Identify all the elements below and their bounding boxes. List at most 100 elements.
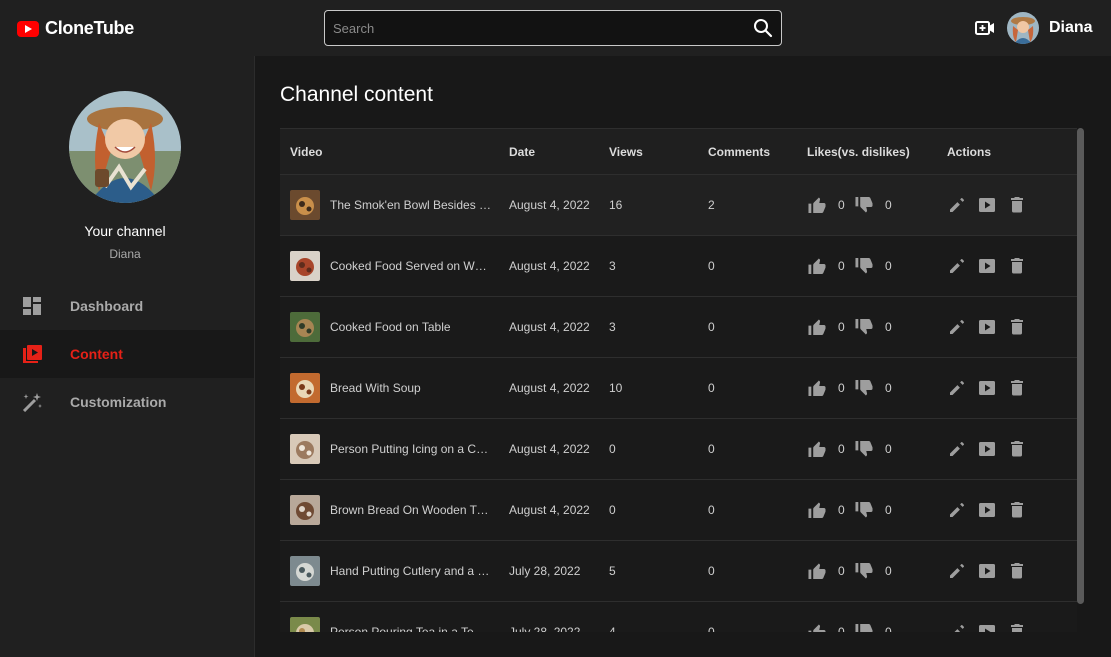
avatar[interactable] — [1007, 12, 1039, 44]
video-comments: 0 — [708, 381, 715, 395]
sidebar-item-dashboard[interactable]: Dashboard — [0, 282, 254, 330]
table-row[interactable]: Cooked Food on Table August 4, 2022 3 0 … — [280, 297, 1077, 358]
video-title[interactable]: Brown Bread On Wooden Tray — [330, 503, 492, 517]
video-thumbnail[interactable] — [290, 373, 320, 403]
delete-icon[interactable] — [1007, 439, 1027, 459]
channel-title: Your channel — [84, 223, 166, 239]
play-video-icon[interactable] — [977, 500, 997, 520]
edit-icon[interactable] — [947, 622, 967, 632]
video-date: August 4, 2022 — [509, 442, 590, 456]
column-header-video[interactable]: Video — [290, 145, 322, 159]
sidebar: Your channel Diana Dashboard Content Cus… — [0, 56, 255, 657]
video-thumbnail[interactable] — [290, 495, 320, 525]
video-title[interactable]: Person Putting Icing on a Ca… — [330, 442, 492, 456]
thumbs-down-icon — [855, 562, 873, 579]
likes-count: 0 — [838, 442, 845, 456]
video-title[interactable]: Hand Putting Cutlery and a … — [330, 564, 492, 578]
delete-icon[interactable] — [1007, 195, 1027, 215]
likes-count: 0 — [838, 198, 845, 212]
video-thumbnail[interactable] — [290, 556, 320, 586]
video-comments: 0 — [708, 259, 715, 273]
video-comments: 0 — [708, 564, 715, 578]
delete-icon[interactable] — [1007, 622, 1027, 632]
dislikes-count: 0 — [885, 320, 892, 334]
sidebar-item-customization[interactable]: Customization — [0, 378, 254, 426]
table-body: The Smok'en Bowl Besides … August 4, 202… — [280, 175, 1077, 632]
sidebar-item-content[interactable]: Content — [0, 330, 254, 378]
table-row[interactable]: The Smok'en Bowl Besides … August 4, 202… — [280, 175, 1077, 236]
delete-icon[interactable] — [1007, 256, 1027, 276]
edit-icon[interactable] — [947, 378, 967, 398]
dashboard-icon — [23, 297, 41, 315]
play-video-icon[interactable] — [977, 195, 997, 215]
video-comments: 0 — [708, 625, 715, 632]
video-views: 3 — [609, 320, 616, 334]
video-thumbnail[interactable] — [290, 190, 320, 220]
edit-icon[interactable] — [947, 500, 967, 520]
user-name[interactable]: Diana — [1049, 19, 1093, 37]
thumbs-down-icon — [855, 196, 873, 213]
play-video-icon[interactable] — [977, 256, 997, 276]
search-icon[interactable] — [753, 18, 773, 38]
table-row[interactable]: Bread With Soup August 4, 2022 10 0 0 0 — [280, 358, 1077, 419]
column-header-views[interactable]: Views — [609, 145, 643, 159]
edit-icon[interactable] — [947, 256, 967, 276]
edit-icon[interactable] — [947, 439, 967, 459]
thumbs-up-icon — [808, 380, 826, 397]
video-title[interactable]: The Smok'en Bowl Besides … — [330, 198, 492, 212]
table-row[interactable]: Person Pouring Tea in a Tea… July 28, 20… — [280, 602, 1077, 632]
video-views: 10 — [609, 381, 623, 395]
delete-icon[interactable] — [1007, 500, 1027, 520]
edit-icon[interactable] — [947, 317, 967, 337]
search-input[interactable] — [325, 11, 735, 45]
channel-name: Diana — [109, 247, 141, 261]
clonetube-logo[interactable]: CloneTube — [17, 18, 134, 39]
thumbs-up-icon — [808, 258, 826, 275]
top-header: CloneTube Diana — [0, 0, 1111, 56]
thumbs-down-icon — [855, 257, 873, 274]
video-thumbnail[interactable] — [290, 617, 320, 632]
video-title[interactable]: Cooked Food on Table — [330, 320, 492, 334]
column-header-likes[interactable]: Likes(vs. dislikes) — [807, 145, 910, 159]
video-title[interactable]: Bread With Soup — [330, 381, 492, 395]
edit-icon[interactable] — [947, 195, 967, 215]
table-row[interactable]: Person Putting Icing on a Ca… August 4, … — [280, 419, 1077, 480]
delete-icon[interactable] — [1007, 378, 1027, 398]
video-thumbnail[interactable] — [290, 251, 320, 281]
content-table: Video Date Views Comments Likes(vs. disl… — [280, 128, 1077, 632]
table-row[interactable]: Cooked Food Served on Whi… August 4, 202… — [280, 236, 1077, 297]
sidebar-item-label: Customization — [70, 394, 167, 410]
video-views: 0 — [609, 503, 616, 517]
video-date: August 4, 2022 — [509, 198, 590, 212]
scrollbar[interactable] — [1077, 128, 1084, 604]
table-row[interactable]: Brown Bread On Wooden Tray August 4, 202… — [280, 480, 1077, 541]
video-date: August 4, 2022 — [509, 259, 590, 273]
dislikes-count: 0 — [885, 198, 892, 212]
video-comments: 2 — [708, 198, 715, 212]
video-title[interactable]: Person Pouring Tea in a Tea… — [330, 625, 492, 632]
thumbs-up-icon — [808, 502, 826, 519]
edit-icon[interactable] — [947, 561, 967, 581]
search-bar — [324, 10, 782, 46]
play-video-icon[interactable] — [977, 561, 997, 581]
video-views: 4 — [609, 625, 616, 632]
thumbs-down-icon — [855, 501, 873, 518]
video-thumbnail[interactable] — [290, 434, 320, 464]
video-title[interactable]: Cooked Food Served on Whi… — [330, 259, 492, 273]
column-header-comments[interactable]: Comments — [708, 145, 770, 159]
video-thumbnail[interactable] — [290, 312, 320, 342]
channel-avatar[interactable] — [69, 91, 181, 203]
video-date: July 28, 2022 — [509, 564, 581, 578]
column-header-date[interactable]: Date — [509, 145, 535, 159]
play-video-icon[interactable] — [977, 439, 997, 459]
play-video-icon[interactable] — [977, 378, 997, 398]
delete-icon[interactable] — [1007, 561, 1027, 581]
play-video-icon[interactable] — [977, 622, 997, 632]
delete-icon[interactable] — [1007, 317, 1027, 337]
dislikes-count: 0 — [885, 442, 892, 456]
video-comments: 0 — [708, 320, 715, 334]
play-video-icon[interactable] — [977, 317, 997, 337]
video-date: August 4, 2022 — [509, 320, 590, 334]
table-row[interactable]: Hand Putting Cutlery and a … July 28, 20… — [280, 541, 1077, 602]
create-video-icon[interactable] — [975, 20, 995, 36]
